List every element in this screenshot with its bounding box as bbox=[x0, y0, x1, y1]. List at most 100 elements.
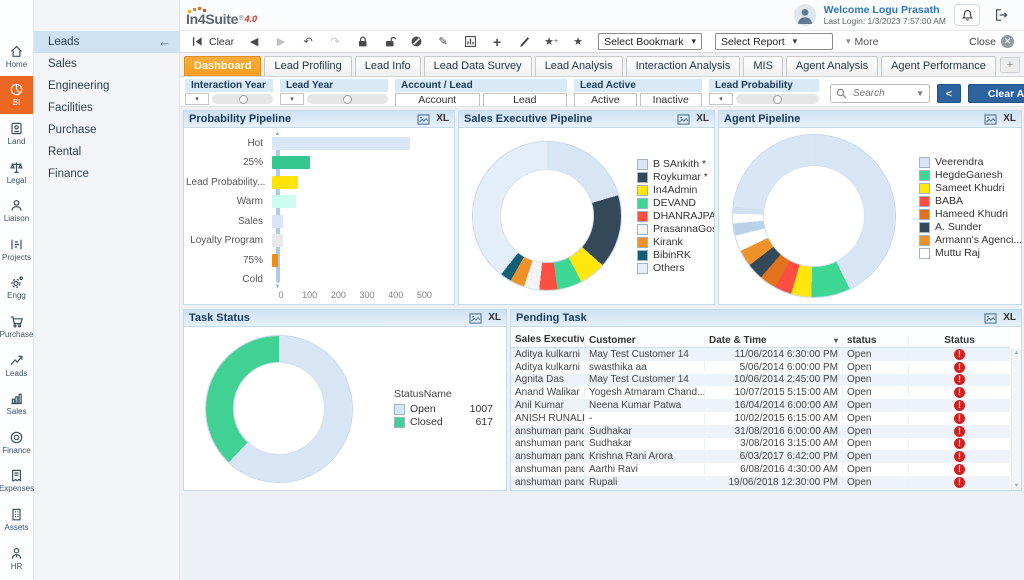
tab-interaction-analysis[interactable]: Interaction Analysis bbox=[626, 56, 741, 76]
tab-dashboard[interactable]: Dashboard bbox=[184, 56, 261, 76]
legend-item[interactable]: Roykumar *4793 bbox=[637, 171, 714, 183]
legend-item[interactable]: Closed617 bbox=[394, 416, 493, 428]
lead-year-slider[interactable] bbox=[307, 94, 388, 104]
bookmark-icon[interactable]: ★ bbox=[571, 35, 585, 49]
submenu-item-facilities[interactable]: Facilities bbox=[34, 97, 179, 119]
bookmark-select[interactable]: Select Bookmark ▾ bbox=[598, 33, 702, 50]
sales-executive-pipeline-chart[interactable]: B SAnkith *6118Roykumar *4793In4Admin173… bbox=[459, 128, 714, 304]
legend-item[interactable]: Armann's Agenci...27 bbox=[919, 234, 1021, 246]
image-export-icon[interactable] bbox=[417, 113, 431, 125]
rail-item-engg[interactable]: Engg bbox=[0, 269, 33, 308]
disable-icon[interactable] bbox=[409, 35, 423, 49]
undo-icon[interactable]: ↶ bbox=[301, 35, 315, 49]
rail-item-legal[interactable]: Legal bbox=[0, 153, 33, 192]
add-tab-button[interactable]: + bbox=[1000, 57, 1020, 73]
tab-mis[interactable]: MIS bbox=[743, 56, 783, 76]
clear-button[interactable]: Clear bbox=[209, 36, 234, 48]
image-export-icon[interactable] bbox=[677, 113, 691, 125]
column-header-status[interactable]: status bbox=[843, 336, 909, 346]
submenu-item-sales[interactable]: Sales bbox=[34, 53, 179, 75]
task-status-chart[interactable]: StatusNameOpen1007Closed617 bbox=[184, 327, 506, 490]
column-header-sales-executive[interactable]: Sales Executive▴ bbox=[511, 335, 585, 346]
lead-probability-dropdown[interactable]: ▾ bbox=[709, 93, 733, 105]
probability-pipeline-chart[interactable]: ▲▼Hot25%Lead Probability...WarmSalesLoya… bbox=[184, 128, 454, 304]
donut-chart[interactable] bbox=[473, 142, 621, 290]
rail-item-expenses[interactable]: Expenses bbox=[0, 462, 33, 501]
bookmark-add-icon[interactable]: ★+ bbox=[544, 35, 558, 49]
table-row[interactable]: anshuman pandaRupali19/06/2018 12:30:00 … bbox=[511, 476, 1010, 489]
table-row[interactable]: Anand WalikarYogesh Atmaram Chand...10/0… bbox=[511, 386, 1010, 399]
rail-item-hr[interactable]: HR bbox=[0, 539, 33, 578]
slider-knob[interactable] bbox=[773, 95, 782, 104]
table-row[interactable]: anshuman pandaAarthi Ravi6/08/2016 4:30:… bbox=[511, 463, 1010, 476]
excel-export-icon[interactable]: XL bbox=[488, 312, 501, 324]
legend-item[interactable]: DEVAND1612 bbox=[637, 197, 714, 209]
agent-pipeline-chart[interactable]: Veerendra352HegdeGanesh64Sameet Khudri33… bbox=[719, 128, 1021, 304]
rail-item-assets[interactable]: Assets bbox=[0, 500, 33, 539]
submenu-item-rental[interactable]: Rental bbox=[34, 141, 179, 163]
table-row[interactable]: anshuman pandaSudhakar31/08/2016 6:00:00… bbox=[511, 425, 1010, 438]
interaction-year-dropdown[interactable]: ▾ bbox=[185, 93, 209, 105]
user-avatar[interactable] bbox=[794, 4, 816, 26]
unlock-icon[interactable] bbox=[382, 35, 396, 49]
legend-item[interactable]: Others11772 bbox=[637, 262, 714, 274]
tab-lead-analysis[interactable]: Lead Analysis bbox=[535, 56, 623, 76]
rail-item-purchase[interactable]: Purchase bbox=[0, 307, 33, 346]
bar[interactable] bbox=[272, 176, 298, 189]
rail-item-land[interactable]: Land bbox=[0, 114, 33, 153]
logout-button[interactable] bbox=[988, 4, 1014, 26]
legend-item[interactable]: HegdeGanesh64 bbox=[919, 169, 1021, 181]
donut-chart[interactable] bbox=[206, 336, 352, 482]
rail-item-leads[interactable]: Leads bbox=[0, 346, 33, 385]
legend-item[interactable]: Veerendra352 bbox=[919, 156, 1021, 168]
forward-icon[interactable]: ▶ bbox=[274, 35, 288, 49]
legend-item[interactable]: Hameed Khudri28 bbox=[919, 208, 1021, 220]
rail-item-finance[interactable]: Finance bbox=[0, 423, 33, 462]
bar[interactable] bbox=[272, 156, 310, 169]
legend-item[interactable]: A. Sunder27 bbox=[919, 221, 1021, 233]
back-icon[interactable]: ◀ bbox=[247, 35, 261, 49]
active-button[interactable]: Active bbox=[574, 93, 637, 107]
report-select[interactable]: Select Report ▾ bbox=[715, 33, 833, 50]
bar[interactable] bbox=[272, 195, 296, 208]
redo-icon[interactable]: ↷ bbox=[328, 35, 342, 49]
lock-icon[interactable] bbox=[355, 35, 369, 49]
tab-lead-data-survey[interactable]: Lead Data Survey bbox=[424, 56, 532, 76]
legend-item[interactable]: B SAnkith *6118 bbox=[637, 158, 714, 170]
close-button[interactable]: Close ✕ bbox=[969, 35, 1014, 48]
submenu-item-engineering[interactable]: Engineering bbox=[34, 75, 179, 97]
rail-item-home[interactable]: Home bbox=[0, 37, 33, 76]
edit-icon[interactable]: ✎ bbox=[436, 35, 450, 49]
legend-item[interactable]: BibinRK720 bbox=[637, 249, 714, 261]
table-row[interactable]: Agnita DasMay Test Customer 1410/06/2014… bbox=[511, 374, 1010, 387]
bar[interactable] bbox=[272, 215, 283, 228]
account-button[interactable]: Account bbox=[395, 93, 480, 107]
bar[interactable] bbox=[272, 137, 410, 150]
submenu-item-finance[interactable]: Finance bbox=[34, 163, 179, 185]
tab-lead-profiling[interactable]: Lead Profiling bbox=[264, 56, 351, 76]
tab-agent-performance[interactable]: Agent Performance bbox=[881, 56, 996, 76]
lead-button[interactable]: Lead bbox=[483, 93, 568, 107]
legend-item[interactable]: PrasannaGosavi999 bbox=[637, 223, 714, 235]
interaction-year-slider[interactable] bbox=[212, 94, 273, 104]
lead-probability-slider[interactable] bbox=[736, 94, 819, 104]
rail-item-projects[interactable]: Projects bbox=[0, 230, 33, 269]
clear-all-button[interactable]: Clear All bbox=[968, 84, 1024, 103]
rail-item-bi[interactable]: BI bbox=[0, 76, 33, 115]
excel-export-icon[interactable]: XL bbox=[436, 113, 449, 125]
excel-export-icon[interactable]: XL bbox=[696, 113, 709, 125]
more-button[interactable]: ▾ More bbox=[846, 36, 878, 48]
rail-item-liaison[interactable]: Liaison bbox=[0, 191, 33, 230]
prev-page-button[interactable]: < bbox=[937, 84, 961, 103]
submenu-item-leads[interactable]: Leads← bbox=[34, 31, 179, 53]
search-dropdown-icon[interactable]: ▼ bbox=[916, 89, 924, 98]
search-input[interactable] bbox=[851, 87, 899, 100]
collapse-arrow-icon[interactable]: ← bbox=[158, 37, 171, 47]
submenu-item-purchase[interactable]: Purchase bbox=[34, 119, 179, 141]
legend-item[interactable]: Muttu Raj26 bbox=[919, 247, 1021, 259]
column-header-date-time[interactable]: Date & Time▾ bbox=[705, 336, 843, 346]
image-export-icon[interactable] bbox=[469, 312, 483, 324]
table-row[interactable]: anshuman pandaSudhakar3/08/2016 3:15:00 … bbox=[511, 438, 1010, 451]
legend-item[interactable]: DHANRAJPALA...1172 bbox=[637, 210, 714, 222]
notifications-button[interactable] bbox=[954, 4, 980, 26]
